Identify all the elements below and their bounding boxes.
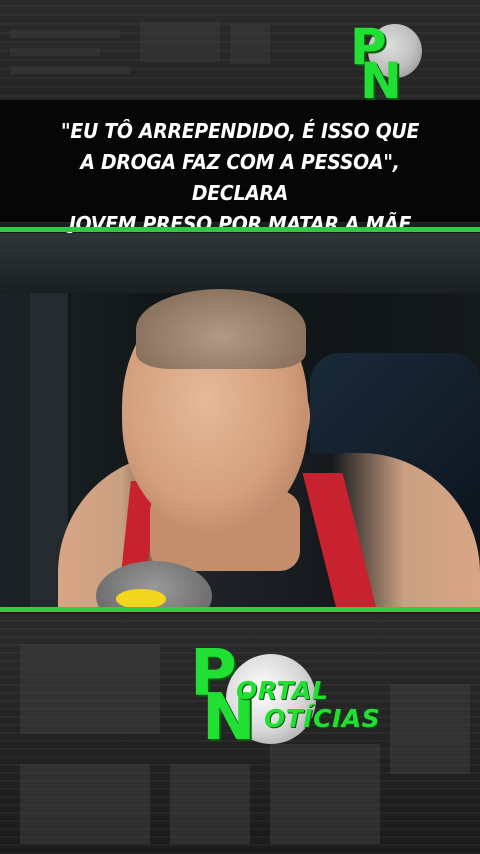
background-wall — [0, 233, 480, 293]
headline-line-2: A DROGA FAZ COM A PESSOA", DECLARA — [80, 150, 400, 205]
headline-line-1: "EU TÔ ARREPENDIDO, É ISSO QUE — [60, 119, 420, 143]
divider-top — [0, 227, 480, 232]
microphone-badge — [116, 589, 166, 609]
headline: "EU TÔ ARREPENDIDO, É ISSO QUE A DROGA F… — [38, 116, 443, 240]
logo-word-oticias: OTÍCIAS — [264, 704, 381, 733]
portal-noticias-logo: P N ORTAL OTÍCIAS — [186, 640, 386, 760]
logo-letter-n: N — [360, 52, 402, 110]
person-hair — [136, 289, 306, 369]
video-frame[interactable] — [0, 233, 480, 609]
logo-word-ortal: ORTAL — [236, 676, 329, 705]
portal-noticias-logo-small: P N — [346, 22, 426, 106]
divider-bottom — [0, 607, 480, 612]
